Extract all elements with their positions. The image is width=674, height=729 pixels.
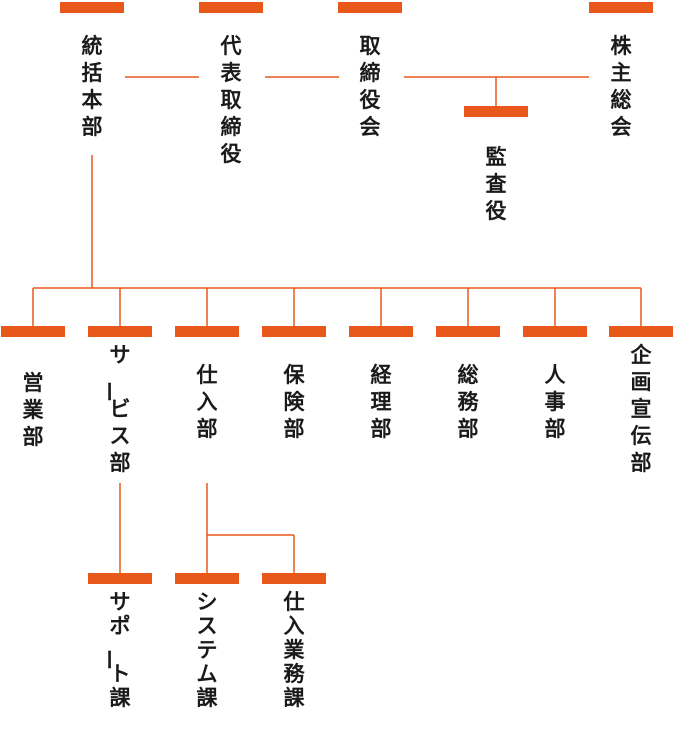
bar-tokatsu bbox=[60, 2, 124, 13]
label-keiribu: 経理部 bbox=[371, 363, 393, 441]
label-jinjibu: 人事部 bbox=[545, 363, 566, 441]
label-eigyobu: 営業部 bbox=[23, 371, 45, 449]
bar-somu bbox=[436, 326, 500, 337]
connectors bbox=[32, 76, 642, 573]
label-tokatsu-honbu: 統括本部 bbox=[82, 34, 103, 139]
bar-kabunushi bbox=[589, 2, 653, 13]
bar-kansa bbox=[464, 106, 528, 117]
org-chart: 統括本部 代表取締役 取締役会 株主総会 監査役 営業部 サービス部 仕入部 保… bbox=[1, 2, 673, 710]
label-hokenbu: 保険部 bbox=[283, 363, 306, 441]
bar-torishimari bbox=[338, 2, 402, 13]
bar-support bbox=[88, 573, 152, 584]
bar-system bbox=[175, 573, 239, 584]
label-kikaku-sendenbu: 企画宣伝部 bbox=[630, 343, 653, 475]
label-support-ka: サポート課 bbox=[97, 590, 132, 710]
bar-kikaku bbox=[609, 326, 673, 337]
bar-shiiregyomu bbox=[262, 573, 326, 584]
label-somubu: 総務部 bbox=[458, 363, 480, 441]
bar-service bbox=[88, 326, 152, 337]
bar-keiri bbox=[349, 326, 413, 337]
bar-jinji bbox=[523, 326, 587, 337]
node-labels: 統括本部 代表取締役 取締役会 株主総会 監査役 営業部 サービス部 仕入部 保… bbox=[23, 34, 653, 710]
label-kansayaku: 監査役 bbox=[486, 145, 507, 223]
bar-eigyo bbox=[1, 326, 65, 337]
bar-hoken bbox=[262, 326, 326, 337]
label-shiirebu: 仕入部 bbox=[196, 363, 218, 441]
bar-daihyo bbox=[199, 2, 263, 13]
label-service-bu: サービス部 bbox=[97, 343, 131, 475]
label-shiire-gyomuka: 仕入業務課 bbox=[283, 590, 306, 710]
label-torishimariyakukai: 取締役会 bbox=[360, 34, 381, 139]
label-daihyo-torishimariyaku: 代表取締役 bbox=[220, 34, 243, 166]
label-kabunushi-sokai: 株主総会 bbox=[611, 34, 633, 139]
bar-shiire bbox=[175, 326, 239, 337]
label-system-ka: システム課 bbox=[197, 590, 219, 710]
